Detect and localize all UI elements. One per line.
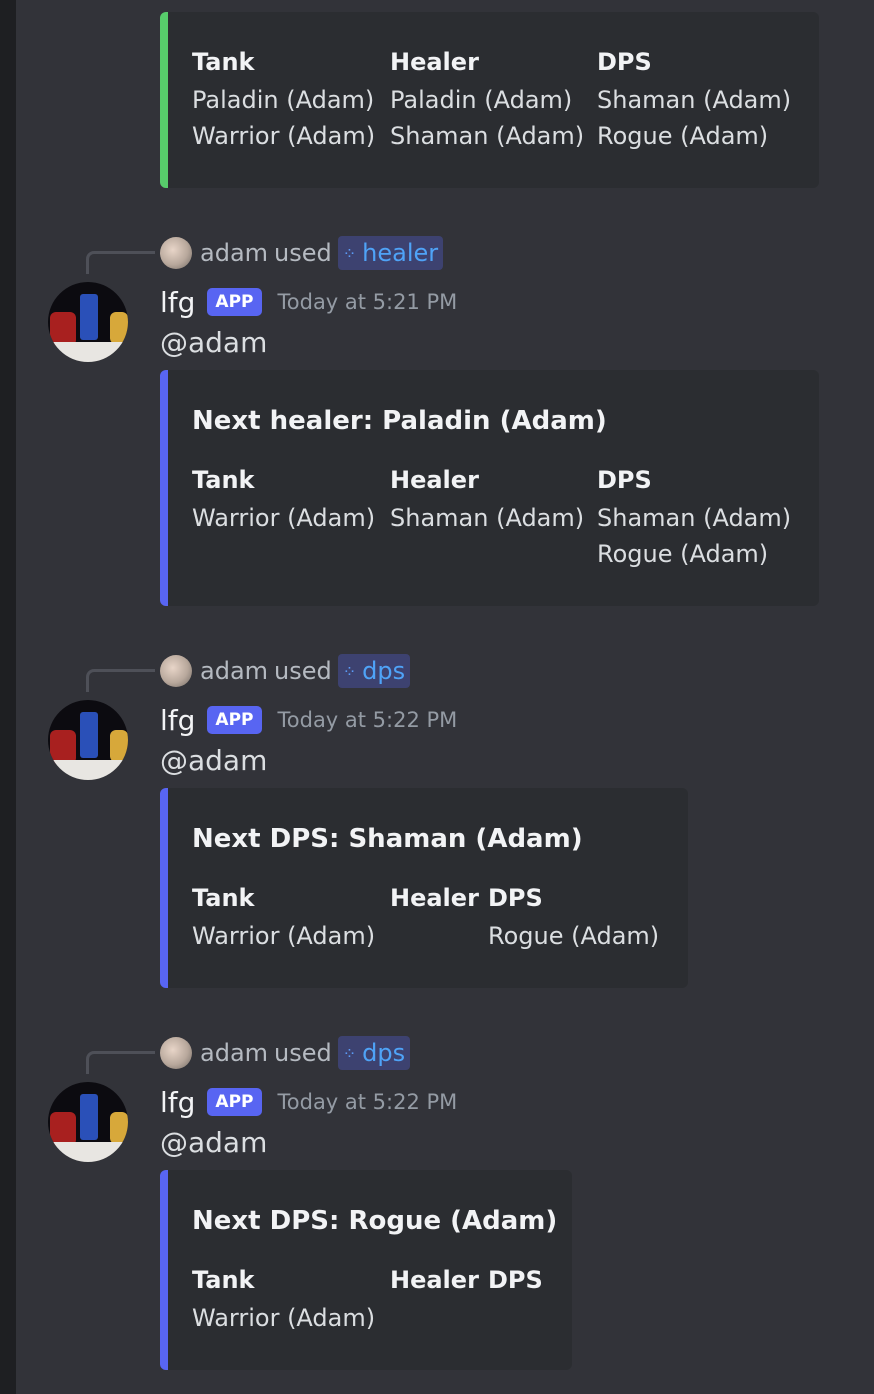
- field-name: Healer: [390, 466, 479, 494]
- field-name: DPS: [488, 1266, 543, 1294]
- field-name: DPS: [597, 466, 652, 494]
- field-value: Paladin (Adam): [192, 86, 375, 114]
- field-value: Shaman (Adam): [597, 86, 792, 114]
- field-value: Warrior (Adam): [192, 1304, 376, 1332]
- embed-card: Tank Paladin (Adam) Warrior (Adam) Heale…: [160, 12, 819, 188]
- field-value: Rogue (Adam): [597, 540, 769, 568]
- user-avatar[interactable]: [160, 655, 192, 687]
- command-name: healer: [362, 239, 439, 267]
- message-header: lfg APP Today at 5:22 PM: [160, 700, 457, 740]
- interaction-verb: used: [274, 1039, 332, 1067]
- user-mention[interactable]: @adam: [160, 1126, 267, 1159]
- field-value: Rogue (Adam): [597, 122, 769, 150]
- command-pill[interactable]: ⁘ healer: [337, 236, 444, 270]
- embed-title: Next healer: Paladin (Adam): [192, 406, 607, 436]
- interaction-verb: used: [274, 239, 332, 267]
- interaction-verb: used: [274, 657, 332, 685]
- interaction-header: adam used ⁘ dps: [160, 654, 411, 688]
- embed-field-healer: Healer: [390, 880, 479, 918]
- command-name: dps: [362, 1039, 406, 1067]
- bot-name[interactable]: lfg: [160, 704, 195, 737]
- embed-card: Next healer: Paladin (Adam) Tank Warrior…: [160, 370, 819, 606]
- bot-avatar[interactable]: [48, 700, 128, 780]
- app-tag: APP: [207, 706, 262, 734]
- field-value: Shaman (Adam): [390, 504, 585, 532]
- embed-card: Next DPS: Rogue (Adam) Tank Warrior (Ada…: [160, 1170, 572, 1370]
- embed-field-tank: Tank Warrior (Adam): [192, 462, 375, 536]
- embed-field-tank: Tank Warrior (Adam): [192, 880, 375, 954]
- app-tag: APP: [207, 1088, 262, 1116]
- slash-command-icon: ⁘: [342, 1043, 357, 1063]
- bot-avatar[interactable]: [48, 282, 128, 362]
- interaction-user[interactable]: adam: [200, 657, 268, 685]
- app-tag: APP: [207, 288, 262, 316]
- field-name: Tank: [192, 466, 255, 494]
- field-name: Tank: [192, 884, 255, 912]
- channel-list-edge: [0, 0, 16, 1394]
- user-avatar[interactable]: [160, 237, 192, 269]
- field-value: Shaman (Adam): [597, 504, 792, 532]
- reply-connector: [86, 669, 155, 692]
- field-name: DPS: [488, 884, 543, 912]
- field-value: Warrior (Adam): [192, 922, 376, 950]
- message-header: lfg APP Today at 5:21 PM: [160, 282, 457, 322]
- embed-title: Next DPS: Rogue (Adam): [192, 1206, 558, 1236]
- embed-field-dps: DPS Shaman (Adam) Rogue (Adam): [597, 462, 791, 572]
- field-value: Warrior (Adam): [192, 504, 376, 532]
- field-name: DPS: [597, 48, 652, 76]
- message-header: lfg APP Today at 5:22 PM: [160, 1082, 457, 1122]
- field-name: Tank: [192, 48, 255, 76]
- bot-name[interactable]: lfg: [160, 1086, 195, 1119]
- embed-field-tank: Tank Warrior (Adam): [192, 1262, 375, 1336]
- field-name: Healer: [390, 884, 479, 912]
- user-mention[interactable]: @adam: [160, 744, 267, 777]
- slash-command-icon: ⁘: [342, 661, 357, 681]
- timestamp[interactable]: Today at 5:21 PM: [278, 290, 458, 314]
- bot-name[interactable]: lfg: [160, 286, 195, 319]
- field-value: Shaman (Adam): [390, 122, 585, 150]
- command-pill[interactable]: ⁘ dps: [337, 654, 411, 688]
- embed-field-healer: Healer Paladin (Adam) Shaman (Adam): [390, 44, 584, 154]
- command-pill[interactable]: ⁘ dps: [337, 1036, 411, 1070]
- bot-avatar[interactable]: [48, 1082, 128, 1162]
- field-name: Tank: [192, 1266, 255, 1294]
- embed-card: Next DPS: Shaman (Adam) Tank Warrior (Ad…: [160, 788, 688, 988]
- interaction-header: adam used ⁘ dps: [160, 1036, 411, 1070]
- slash-command-icon: ⁘: [342, 243, 357, 263]
- field-name: Healer: [390, 48, 479, 76]
- embed-field-healer: Healer: [390, 1262, 479, 1300]
- reply-connector: [86, 251, 155, 274]
- embed-field-dps: DPS: [488, 1262, 543, 1300]
- interaction-user[interactable]: adam: [200, 239, 268, 267]
- embed-field-dps: DPS Rogue (Adam): [488, 880, 659, 954]
- timestamp[interactable]: Today at 5:22 PM: [278, 708, 458, 732]
- field-value: Paladin (Adam): [390, 86, 573, 114]
- interaction-header: adam used ⁘ healer: [160, 236, 444, 270]
- field-value: Warrior (Adam): [192, 122, 376, 150]
- field-value: Rogue (Adam): [488, 922, 660, 950]
- command-name: dps: [362, 657, 406, 685]
- interaction-user[interactable]: adam: [200, 1039, 268, 1067]
- timestamp[interactable]: Today at 5:22 PM: [278, 1090, 458, 1114]
- user-mention[interactable]: @adam: [160, 326, 267, 359]
- embed-field-healer: Healer Shaman (Adam): [390, 462, 584, 536]
- embed-title: Next DPS: Shaman (Adam): [192, 824, 583, 854]
- embed-field-tank: Tank Paladin (Adam) Warrior (Adam): [192, 44, 375, 154]
- user-avatar[interactable]: [160, 1037, 192, 1069]
- embed-field-dps: DPS Shaman (Adam) Rogue (Adam): [597, 44, 791, 154]
- reply-connector: [86, 1051, 155, 1074]
- field-name: Healer: [390, 1266, 479, 1294]
